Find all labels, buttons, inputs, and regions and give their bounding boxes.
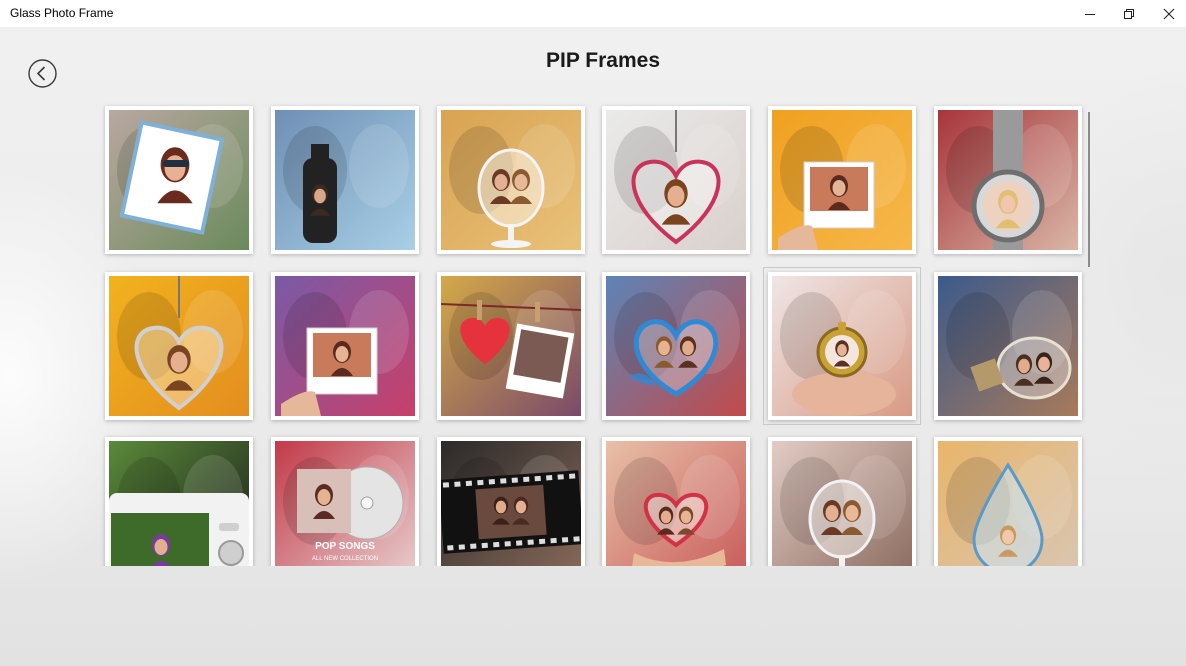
cd-title-text: POP SONGS	[315, 541, 375, 552]
light-bulb-frame[interactable]	[934, 272, 1082, 420]
water-drop-frame[interactable]	[934, 437, 1082, 566]
frame-thumbnail	[109, 276, 249, 416]
frame-thumbnail	[275, 276, 415, 416]
frame-thumbnail	[772, 110, 912, 250]
heart-pendant-frame[interactable]	[105, 272, 253, 420]
frame-thumbnail	[275, 110, 415, 250]
close-button[interactable]	[1149, 0, 1186, 27]
minimize-button[interactable]	[1070, 0, 1110, 27]
wristwatch-frame[interactable]	[934, 106, 1082, 254]
frame-thumbnail	[938, 276, 1078, 416]
splash-heart-frame[interactable]	[602, 272, 750, 420]
frame-thumbnail	[441, 441, 581, 566]
main-content: PIP Frames POP SONGS ALL NEW COLLECTION	[0, 27, 1186, 666]
sunglasses-tilted-frame[interactable]	[105, 106, 253, 254]
restore-button[interactable]	[1109, 0, 1149, 27]
vertical-scrollbar[interactable]	[1088, 112, 1090, 267]
frame-thumbnail: POP SONGS ALL NEW COLLECTION	[275, 441, 415, 566]
close-icon	[1163, 8, 1175, 19]
pop-songs-cd-frame[interactable]: POP SONGS ALL NEW COLLECTION	[271, 437, 419, 566]
frame-thumbnail	[938, 110, 1078, 250]
wine-glass-frame[interactable]	[437, 106, 585, 254]
cd-subtitle-text: ALL NEW COLLECTION	[312, 556, 378, 562]
frame-thumbnail	[772, 441, 912, 566]
frame-thumbnail	[606, 110, 746, 250]
wine-glass-woman-frame[interactable]	[768, 437, 916, 566]
pocket-watch-hand-frame[interactable]	[763, 267, 921, 425]
polaroid-hand-orange-frame[interactable]	[768, 106, 916, 254]
minimize-icon	[1085, 13, 1095, 15]
page-title: PIP Frames	[545, 49, 660, 72]
frames-grid: POP SONGS ALL NEW COLLECTION	[100, 101, 1090, 566]
restore-icon	[1124, 8, 1134, 19]
camera-screen-frame[interactable]	[105, 437, 253, 566]
frame-thumbnail	[606, 276, 746, 416]
frame-thumbnail	[938, 441, 1078, 566]
frame-thumbnail	[109, 441, 249, 566]
polaroid-hand-purple-frame[interactable]	[271, 272, 419, 420]
heart-hands-frame[interactable]	[602, 437, 750, 566]
frame-thumbnail	[606, 441, 746, 566]
film-strip-frame[interactable]	[437, 437, 585, 566]
frame-thumbnail	[772, 276, 912, 416]
clothespin-heart-frame[interactable]	[437, 272, 585, 420]
black-bottle-frame[interactable]	[271, 106, 419, 254]
title-bar: Glass Photo Frame	[0, 0, 1186, 27]
frame-thumbnail	[109, 110, 249, 250]
frame-thumbnail	[441, 110, 581, 250]
heart-keychain-frame[interactable]	[602, 106, 750, 254]
frame-thumbnail	[441, 276, 581, 416]
app-title: Glass Photo Frame	[10, 6, 114, 20]
